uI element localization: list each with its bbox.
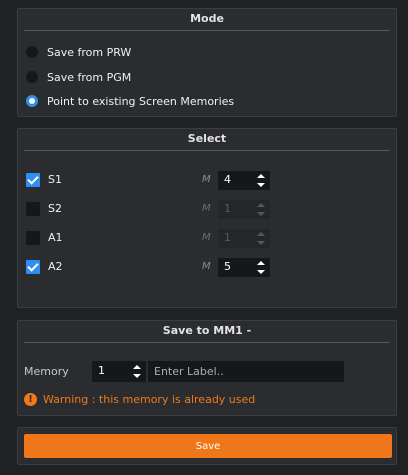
mode-option-pgm[interactable]: Save from PGM xyxy=(26,69,131,85)
memory-stepper-s2: 1 xyxy=(218,200,270,219)
memory-label: Memory xyxy=(24,365,69,378)
stepper-value: 1 xyxy=(224,231,231,244)
save-title: Save to MM1 - xyxy=(24,321,390,343)
memory-stepper-a1: 1 xyxy=(218,229,270,248)
select-title: Select xyxy=(24,129,390,151)
chevron-up-icon[interactable] xyxy=(257,261,265,265)
select-row-s2: S2 M 1 xyxy=(26,200,388,220)
checkbox-a2[interactable] xyxy=(26,260,40,274)
mode-panel: Mode Save from PRW Save from PGM Point t… xyxy=(17,8,397,117)
chevron-up-icon xyxy=(257,232,265,236)
memory-stepper-a2[interactable]: 5 xyxy=(218,258,270,277)
m-label: M xyxy=(202,261,211,272)
stepper-value: 5 xyxy=(224,260,231,273)
chevron-down-icon[interactable] xyxy=(257,270,265,274)
mode-option-label: Save from PRW xyxy=(47,45,132,59)
select-row-a2: A2 M 5 xyxy=(26,258,388,278)
stepper-arrows-icon xyxy=(257,232,265,245)
chevron-down-icon xyxy=(257,241,265,245)
select-row-a1: A1 M 1 xyxy=(26,229,388,249)
chevron-up-icon[interactable] xyxy=(257,174,265,178)
chevron-down-icon[interactable] xyxy=(133,374,141,378)
mode-title: Mode xyxy=(24,9,390,31)
save-panel: Save to MM1 - Memory 1 ! Warning : this … xyxy=(17,320,397,416)
warning-text: Warning : this memory is already used xyxy=(43,393,256,406)
m-label: M xyxy=(202,203,211,214)
stepper-arrows-icon[interactable] xyxy=(133,365,141,378)
select-name: S1 xyxy=(48,173,62,186)
save-button[interactable]: Save xyxy=(24,434,392,458)
select-name: S2 xyxy=(48,202,62,215)
stepper-value: 4 xyxy=(224,173,231,186)
select-name: A2 xyxy=(48,260,63,273)
select-panel: Select S1 M 4 S2 M 1 A1 M 1 A2 M 5 xyxy=(17,128,397,308)
radio-pgm[interactable] xyxy=(26,71,38,83)
checkbox-s2[interactable] xyxy=(26,202,40,216)
stepper-value: 1 xyxy=(224,202,231,215)
mode-option-prw[interactable]: Save from PRW xyxy=(26,44,131,60)
checkbox-s1[interactable] xyxy=(26,173,40,187)
chevron-up-icon xyxy=(257,203,265,207)
select-name: A1 xyxy=(48,231,63,244)
checkbox-a1[interactable] xyxy=(26,231,40,245)
m-label: M xyxy=(202,174,211,185)
stepper-value: 1 xyxy=(98,364,105,377)
m-label: M xyxy=(202,232,211,243)
memory-number-stepper[interactable]: 1 xyxy=(92,361,146,382)
chevron-down-icon[interactable] xyxy=(257,183,265,187)
warning-message: ! Warning : this memory is already used xyxy=(24,393,255,406)
save-button-panel: Save xyxy=(17,427,397,465)
radio-prw[interactable] xyxy=(26,46,38,58)
stepper-arrows-icon[interactable] xyxy=(257,261,265,274)
label-input[interactable] xyxy=(148,361,344,382)
stepper-arrows-icon[interactable] xyxy=(257,174,265,187)
select-row-s1: S1 M 4 xyxy=(26,171,388,191)
memory-stepper-s1[interactable]: 4 xyxy=(218,171,270,190)
radio-existing[interactable] xyxy=(26,95,38,107)
mode-option-label: Save from PGM xyxy=(47,70,132,84)
mode-option-existing[interactable]: Point to existing Screen Memories xyxy=(26,93,234,109)
chevron-down-icon xyxy=(257,212,265,216)
mode-option-label: Point to existing Screen Memories xyxy=(47,94,235,108)
warning-icon: ! xyxy=(24,393,37,406)
stepper-arrows-icon xyxy=(257,203,265,216)
chevron-up-icon[interactable] xyxy=(133,365,141,369)
